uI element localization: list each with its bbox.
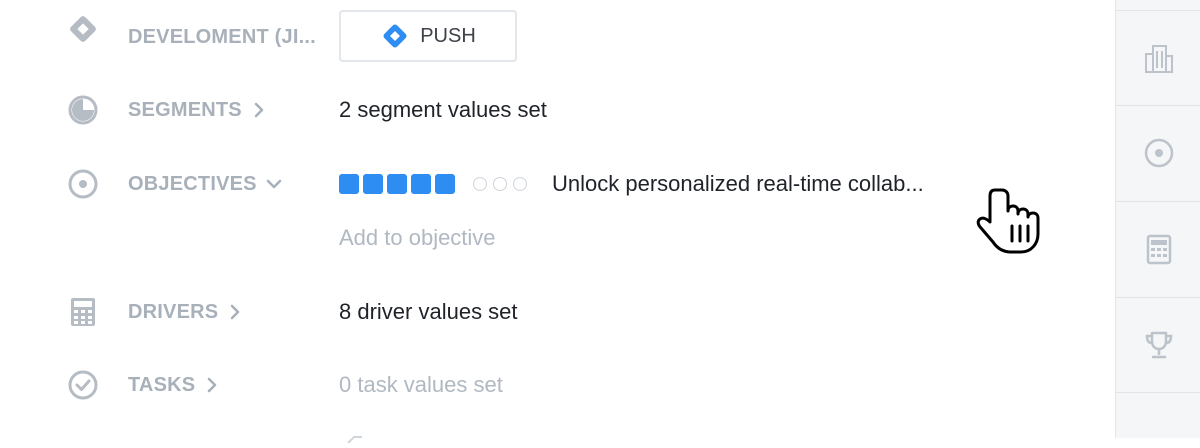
drivers-toggle[interactable]: DRIVERS [128,287,244,337]
diamond-icon [383,24,407,48]
segments-value[interactable]: 2 segment values set [339,85,547,135]
pie-chart-icon [66,93,100,127]
trophy-icon [1145,331,1172,359]
partial-item [340,430,374,444]
progress-block-filled [411,174,431,194]
progress-block-filled [363,174,383,194]
objective-progress [339,174,527,194]
development-label-text: DEVELOMENT (JI... [128,26,316,48]
rail-button-target[interactable] [1116,106,1200,200]
rail-button-calculator[interactable] [1116,202,1200,296]
right-sidebar [1115,0,1200,438]
progress-block-filled [339,174,359,194]
details-panel: DEVELOMENT (JI... PUSH SEGMENTS 2 segmen… [0,0,1115,444]
push-button[interactable]: PUSH [339,10,517,62]
push-button-label: PUSH [420,24,476,47]
progress-dot-empty [473,177,487,191]
add-to-objective-link[interactable]: Add to objective [339,213,496,263]
progress-block-filled [387,174,407,194]
objectives-toggle[interactable]: OBJECTIVES [128,159,283,209]
calculator-icon [1146,234,1171,265]
chevron-right-icon [254,102,264,118]
segments-toggle[interactable]: SEGMENTS [128,85,268,135]
development-row: DEVELOMENT (JI... [0,12,1115,62]
hand-cursor-icon [975,186,1047,256]
segments-row: SEGMENTS 2 segment values set [0,85,1115,135]
calculator-icon [66,295,100,329]
tasks-row: TASKS 0 task values set [0,360,1115,410]
rail-button-building[interactable] [1116,12,1200,106]
objective-link[interactable]: Unlock personalized real-time collab... [552,159,924,209]
progress-dot-empty [493,177,507,191]
chevron-right-icon [231,304,240,320]
drivers-label: DRIVERS [128,301,219,323]
progress-block-filled [435,174,455,194]
tasks-value[interactable]: 0 task values set [339,360,503,410]
check-circle-icon [66,368,100,402]
tasks-label: TASKS [128,374,196,396]
development-label: DEVELOMENT (JI... [128,12,316,62]
progress-dot-empty [513,177,527,191]
segments-label: SEGMENTS [128,99,242,121]
drivers-row: DRIVERS 8 driver values set [0,287,1115,337]
target-icon [66,167,100,201]
rail-button-trophy[interactable] [1116,298,1200,392]
divider [1116,392,1200,393]
divider [1116,10,1200,11]
diamond-icon [66,12,100,46]
objectives-label: OBJECTIVES [128,173,257,195]
chevron-right-icon [208,377,217,393]
tasks-toggle[interactable]: TASKS [128,360,221,410]
chevron-down-icon [266,179,281,189]
building-icon [1144,45,1173,73]
target-icon [1144,138,1173,168]
drivers-value[interactable]: 8 driver values set [339,287,518,337]
